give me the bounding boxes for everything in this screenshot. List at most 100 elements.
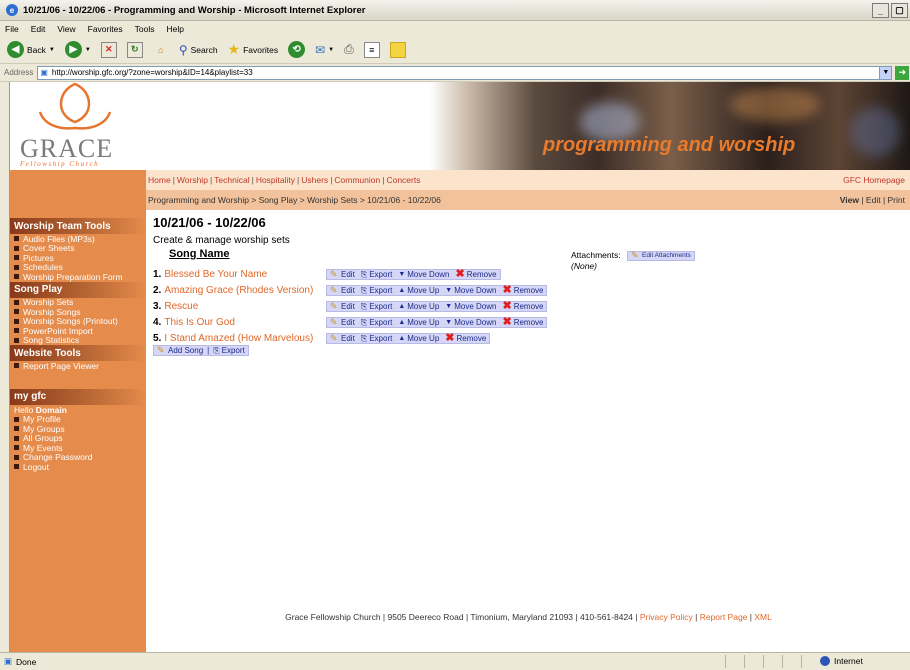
- remove-button[interactable]: ✖ Remove: [502, 285, 543, 296]
- view-link[interactable]: View: [840, 195, 859, 205]
- sidebar-item-pictures[interactable]: Pictures: [10, 253, 146, 263]
- edit-button[interactable]: ✎ Edit: [330, 302, 355, 312]
- sidebar-item-all-groups[interactable]: All Groups: [10, 433, 146, 443]
- song-actions: ✎ Edit ⎘ Export ▼ Move Down ✖ Remove: [326, 269, 501, 280]
- move-down-button[interactable]: ▼ Move Down: [445, 286, 496, 295]
- nav-hospitality[interactable]: Hospitality: [256, 175, 295, 185]
- nav-home[interactable]: Home: [148, 175, 171, 185]
- breadcrumb: Programming and Worship > Song Play > Wo…: [146, 190, 910, 210]
- back-button[interactable]: ◀ Back ▼: [4, 39, 58, 61]
- stop-button[interactable]: ✕: [98, 39, 120, 61]
- sidebar-item-my-events[interactable]: My Events: [10, 443, 146, 453]
- remove-x-icon: ✖: [445, 332, 455, 344]
- nav-concerts[interactable]: Concerts: [386, 175, 420, 185]
- history-button[interactable]: ⟲: [285, 39, 308, 61]
- song-link[interactable]: Amazing Grace (Rhodes Version): [164, 285, 313, 296]
- move-up-button[interactable]: ▲ Move Up: [398, 334, 439, 343]
- sidebar-item-schedules[interactable]: Schedules: [10, 262, 146, 272]
- export-button[interactable]: ⎘ Export: [361, 302, 393, 312]
- song-link[interactable]: I Stand Amazed (How Marvelous): [164, 333, 313, 344]
- move-up-button[interactable]: ▲ Move Up: [398, 302, 439, 311]
- print-button[interactable]: ⎙: [341, 39, 357, 61]
- sidebar-item-change-password[interactable]: Change Password: [10, 452, 146, 462]
- remove-button[interactable]: ✖ Remove: [502, 301, 543, 312]
- export-set-button[interactable]: ⎘ Export: [213, 346, 245, 356]
- sidebar-item-cover-sheets[interactable]: Cover Sheets: [10, 243, 146, 253]
- forward-arrow-icon: ▶: [64, 41, 82, 58]
- gfc-homepage-link[interactable]: GFC Homepage: [843, 175, 905, 185]
- edit-button[interactable]: ✎ Edit: [330, 270, 355, 280]
- site-logo[interactable]: GRACE Fellowship Church: [10, 82, 146, 170]
- back-arrow-icon: ◀: [7, 41, 24, 58]
- breadcrumb-path[interactable]: Programming and Worship > Song Play > Wo…: [148, 195, 441, 205]
- edit-button[interactable]: ✎ Edit: [330, 334, 355, 344]
- nav-worship[interactable]: Worship: [177, 175, 208, 185]
- menu-edit[interactable]: Edit: [31, 24, 46, 34]
- menu-help[interactable]: Help: [166, 24, 183, 34]
- move-up-button[interactable]: ▲ Move Up: [398, 286, 439, 295]
- arrow-down-icon: ▼: [445, 303, 453, 310]
- song-link[interactable]: Rescue: [164, 301, 198, 312]
- sidebar-item-worship-songs[interactable]: Worship Songs: [10, 307, 146, 317]
- report-page-link[interactable]: Report Page: [700, 612, 748, 622]
- sidebar-item-worship-preparation-form[interactable]: Worship Preparation Form: [10, 272, 146, 282]
- move-down-button[interactable]: ▼ Move Down: [445, 302, 496, 311]
- export-button[interactable]: ⎘ Export: [361, 270, 393, 280]
- address-dropdown-icon[interactable]: ▼: [879, 66, 892, 79]
- window-title: 10/21/06 - 10/22/06 - Programming and Wo…: [23, 4, 366, 16]
- privacy-policy-link[interactable]: Privacy Policy: [640, 612, 693, 622]
- add-song-button[interactable]: ✎ Add Song: [157, 346, 203, 356]
- remove-button[interactable]: ✖ Remove: [502, 317, 543, 328]
- minimize-button[interactable]: _: [872, 3, 889, 18]
- nav-ushers[interactable]: Ushers: [301, 175, 328, 185]
- xml-link[interactable]: XML: [754, 612, 771, 622]
- move-down-button[interactable]: ▼ Move Down: [398, 270, 449, 279]
- address-input[interactable]: ▣ http://worship.gfc.org/?zone=worship&I…: [37, 65, 893, 80]
- song-link[interactable]: This Is Our God: [164, 317, 235, 328]
- sidebar-item-song-statistics[interactable]: Song Statistics: [10, 335, 146, 345]
- song-row: 5. I Stand Amazed (How Marvelous): [153, 332, 314, 344]
- edit-attachments-button[interactable]: ✎ Edit Attachments: [626, 250, 695, 261]
- menu-view[interactable]: View: [57, 24, 75, 34]
- arrow-down-icon: ▼: [445, 287, 453, 294]
- sidebar-item-my-profile[interactable]: My Profile: [10, 414, 146, 424]
- mail-button[interactable]: ✉ ▼: [312, 39, 337, 61]
- sidebar-item-worship-sets[interactable]: Worship Sets: [10, 297, 146, 307]
- edit-button[interactable]: ✎ Edit: [330, 318, 355, 328]
- page-footer: Grace Fellowship Church | 9505 Deereco R…: [285, 612, 772, 622]
- messenger-button[interactable]: [387, 39, 409, 61]
- menu-tools[interactable]: Tools: [135, 24, 155, 34]
- search-button[interactable]: ⚲ Search: [176, 39, 221, 61]
- home-button[interactable]: ⌂: [150, 39, 172, 61]
- sidebar-item-audio-files[interactable]: Audio Files (MP3s): [10, 234, 146, 244]
- move-up-button[interactable]: ▲ Move Up: [398, 318, 439, 327]
- sidebar-item-worship-songs-printout[interactable]: Worship Songs (Printout): [10, 316, 146, 326]
- edit-link[interactable]: Edit: [866, 195, 881, 205]
- add-song-bar: ✎ Add Song | ⎘ Export: [153, 345, 249, 356]
- nav-communion[interactable]: Communion: [334, 175, 380, 185]
- sidebar-item-logout[interactable]: Logout: [10, 462, 146, 472]
- remove-button[interactable]: ✖ Remove: [456, 269, 497, 280]
- sidebar-item-powerpoint-import[interactable]: PowerPoint Import: [10, 326, 146, 336]
- edit-page-button[interactable]: ≡: [361, 39, 383, 61]
- remove-button[interactable]: ✖ Remove: [445, 332, 486, 344]
- print-link[interactable]: Print: [888, 195, 905, 205]
- export-button[interactable]: ⎘ Export: [361, 334, 393, 344]
- nav-technical[interactable]: Technical: [214, 175, 249, 185]
- menu-file[interactable]: File: [5, 24, 19, 34]
- sidebar-heading-worship-team-tools: Worship Team Tools: [10, 218, 146, 234]
- move-down-button[interactable]: ▼ Move Down: [445, 318, 496, 327]
- export-button[interactable]: ⎘ Export: [361, 286, 393, 296]
- edit-button[interactable]: ✎ Edit: [330, 286, 355, 296]
- export-button[interactable]: ⎘ Export: [361, 318, 393, 328]
- refresh-button[interactable]: ↻: [124, 39, 146, 61]
- forward-button[interactable]: ▶ ▼: [62, 39, 94, 61]
- sidebar-item-my-groups[interactable]: My Groups: [10, 424, 146, 434]
- status-done: ▣ Done: [4, 656, 37, 667]
- song-link[interactable]: Blessed Be Your Name: [164, 269, 267, 280]
- go-button[interactable]: ➜: [895, 65, 910, 80]
- favorites-button[interactable]: ★ Favorites: [225, 39, 282, 61]
- maximize-button[interactable]: ▢: [891, 3, 908, 18]
- sidebar-item-report-page-viewer[interactable]: Report Page Viewer: [10, 361, 146, 371]
- menu-favorites[interactable]: Favorites: [88, 24, 123, 34]
